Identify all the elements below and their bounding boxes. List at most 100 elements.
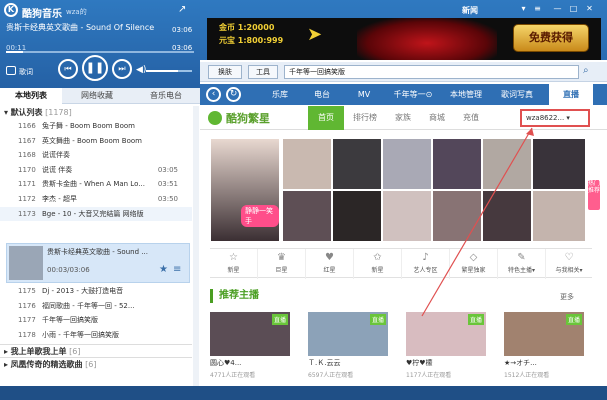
toolbar: 换肤 工具 千年等一回搞笑版 ⌕: [200, 62, 607, 82]
cat-redstar[interactable]: ♥ 红星: [306, 249, 354, 279]
kugou-star-header: 酷狗繁星 首页 排行榜 家族 商城 充值 wza8622... ▾: [200, 106, 607, 130]
anchor-thumb[interactable]: [532, 190, 586, 242]
anchor-thumb[interactable]: [432, 190, 482, 242]
tab-home[interactable]: 首页: [308, 106, 344, 130]
cat-related[interactable]: ♡ 与我相关▾: [546, 249, 592, 279]
anchor-thumb[interactable]: [482, 138, 532, 190]
anchor-thumb[interactable]: [382, 190, 432, 242]
prev-button[interactable]: ⏮: [58, 59, 78, 79]
anchor-thumb[interactable]: [432, 138, 482, 190]
anchor-thumb[interactable]: [332, 190, 382, 242]
anchor-viewers: 4771人正在观看: [210, 372, 256, 379]
list-item[interactable]: 1171 贵斯卡金曲 - When A Man Lo... 03:51: [0, 177, 192, 192]
group-default[interactable]: ▾ 默认列表 [1178]: [0, 106, 192, 119]
pause-button[interactable]: ❚❚: [82, 55, 108, 81]
minimize-icon[interactable]: —: [552, 4, 563, 13]
list-item[interactable]: 1166 兔子舞 - Boom Boom Boom: [0, 119, 192, 134]
anchor-card[interactable]: 直播 Ｔ.Ｋ.云云 6597人正在观看: [308, 312, 388, 386]
tab-net-favorites[interactable]: 网络收藏: [62, 88, 132, 104]
tab-ranking[interactable]: 排行榜: [346, 106, 384, 130]
nav-radio[interactable]: 电台: [302, 84, 342, 105]
kugou-logo-icon[interactable]: K: [4, 3, 18, 17]
list-item[interactable]: 1173 Bge - 10 - 大音又完结篇 网络版: [0, 206, 192, 222]
list-item[interactable]: 1167 英文舞曲 - Boom Boom Boom: [0, 134, 192, 149]
app-user[interactable]: wza的: [66, 7, 87, 17]
list-item[interactable]: 1168 说谎伴奏: [0, 148, 192, 163]
refresh-icon[interactable]: ↻: [226, 87, 241, 102]
kugou-star-logo[interactable]: 酷狗繁星: [226, 110, 270, 126]
nav-search-tab[interactable]: 千年等一⊙: [385, 84, 441, 105]
search-input[interactable]: 千年等一回搞笑版: [284, 65, 579, 79]
anchor-name: ♥柠♥檬: [406, 359, 433, 367]
cat-artist-zone[interactable]: ♪ 艺人专区: [402, 249, 450, 279]
anchor-thumb[interactable]: [282, 190, 332, 242]
anchor-thumb[interactable]: [332, 138, 382, 190]
nav-mv[interactable]: MV: [345, 84, 383, 105]
maximize-icon[interactable]: □: [568, 4, 579, 13]
anchor-photo: 直播: [504, 312, 584, 356]
microphone-icon: ♪: [422, 252, 429, 263]
close-icon[interactable]: ✕: [584, 4, 595, 13]
cat-superstar[interactable]: ♛ 巨星: [258, 249, 306, 279]
list-item[interactable]: 1172 李杰 - 超早 03:50: [0, 192, 192, 207]
anchor-thumb[interactable]: [382, 138, 432, 190]
skin-icon[interactable]: ▾: [518, 4, 529, 13]
skin-button[interactable]: 换肤: [208, 65, 242, 79]
progress-bar[interactable]: [6, 51, 194, 53]
star-icon[interactable]: ★: [159, 264, 168, 275]
anchor-thumb[interactable]: [282, 138, 332, 190]
nav-lyrics-photo[interactable]: 歌词写真: [491, 84, 543, 105]
more-link[interactable]: 更多: [560, 292, 574, 302]
menu-icon[interactable]: ≡: [532, 4, 543, 13]
username[interactable]: 新闻: [462, 5, 478, 16]
now-playing-item[interactable]: 贵斯卡经典英文歌曲 - Sound ... 00:03/03:06 ★ ≡: [6, 243, 190, 283]
lyrics-icon[interactable]: [6, 66, 16, 75]
nav-live[interactable]: 直播: [549, 84, 593, 105]
back-icon[interactable]: ‹: [206, 87, 221, 102]
cat-featured[interactable]: ✎ 特色主播▾: [498, 249, 546, 279]
menu-icon[interactable]: ≡: [173, 264, 181, 275]
tab-family[interactable]: 家族: [388, 106, 418, 130]
tab-mall[interactable]: 商城: [422, 106, 452, 130]
user-dropdown[interactable]: wza8622... ▾: [520, 109, 590, 127]
anchor-card[interactable]: 直播 圆心♥4... 4771人正在观看: [210, 312, 290, 386]
tools-button[interactable]: 工具: [248, 65, 278, 79]
nav-library[interactable]: 乐库: [260, 84, 300, 105]
volume-slider[interactable]: [146, 70, 192, 72]
next-button[interactable]: ⏭: [112, 59, 132, 79]
nav-local-manage[interactable]: 本地管理: [443, 84, 489, 105]
right-panel: 新闻 ▾ ≡ — □ ✕ 金币 1:20000 元宝 1:800:999 ➤ 免…: [200, 0, 607, 400]
list-item[interactable]: 1177 千年等一回搞笑版: [0, 313, 192, 328]
lyrics-label[interactable]: 歌词: [19, 67, 33, 77]
left-tabs: 本地列表 网络收藏 音乐电台: [0, 88, 200, 104]
list-item[interactable]: 1170 说谎 伴奏 03:05: [0, 163, 192, 178]
list-item[interactable]: 1178 小雨 - 千年等一回搞笑版: [0, 328, 192, 343]
list-item[interactable]: 1175 Dj - 2013 - 大鼓打造电音: [0, 284, 192, 299]
playlist-scrollbar[interactable]: [193, 106, 199, 386]
cat-newstar[interactable]: ☆ 新星: [210, 249, 258, 279]
cat-newstar-2[interactable]: ✩ 新星: [354, 249, 402, 279]
volume-icon[interactable]: ◀): [136, 65, 146, 75]
tab-recharge[interactable]: 充值: [456, 106, 486, 130]
cat-exclusive[interactable]: ◇ 繁星独家: [450, 249, 498, 279]
anchor-viewers: 1512人正在观看: [504, 372, 550, 379]
kugou-star-logo-icon: [208, 111, 222, 125]
anchor-thumb[interactable]: [482, 190, 532, 242]
tab-music-radio[interactable]: 音乐电台: [132, 88, 200, 104]
share-icon[interactable]: ↗: [178, 4, 186, 15]
anchor-card[interactable]: 直播 ♥柠♥檬 1177人正在观看: [406, 312, 486, 386]
group-net[interactable]: ▸ 凤凰传奇的精选歌曲 [6]: [0, 357, 192, 370]
list-item[interactable]: 1176 福同歌曲 - 千年等一回 - 52...: [0, 299, 192, 314]
search-icon[interactable]: ⌕: [583, 65, 589, 76]
album-thumbnail: [9, 246, 43, 280]
ad-banner[interactable]: 金币 1:20000 元宝 1:800:999 ➤ 免费获得: [207, 18, 601, 60]
anchor-card[interactable]: 直播 ★→オチ... 1512人正在观看: [504, 312, 584, 386]
top-bar: 新闻 ▾ ≡ — □ ✕ 金币 1:20000 元宝 1:800:999 ➤ 免…: [200, 0, 607, 60]
hero-anchor-photo[interactable]: 静静一笑手: [210, 138, 280, 242]
group-love[interactable]: ▸ 我上单歌我上单 [6]: [0, 344, 192, 357]
tab-local-list[interactable]: 本地列表: [0, 88, 62, 104]
side-tag[interactable]: 热门推荐: [588, 180, 600, 210]
diamond-icon: ◇: [469, 252, 478, 263]
free-get-button[interactable]: 免费获得: [513, 24, 589, 52]
anchor-thumb[interactable]: [532, 138, 586, 190]
